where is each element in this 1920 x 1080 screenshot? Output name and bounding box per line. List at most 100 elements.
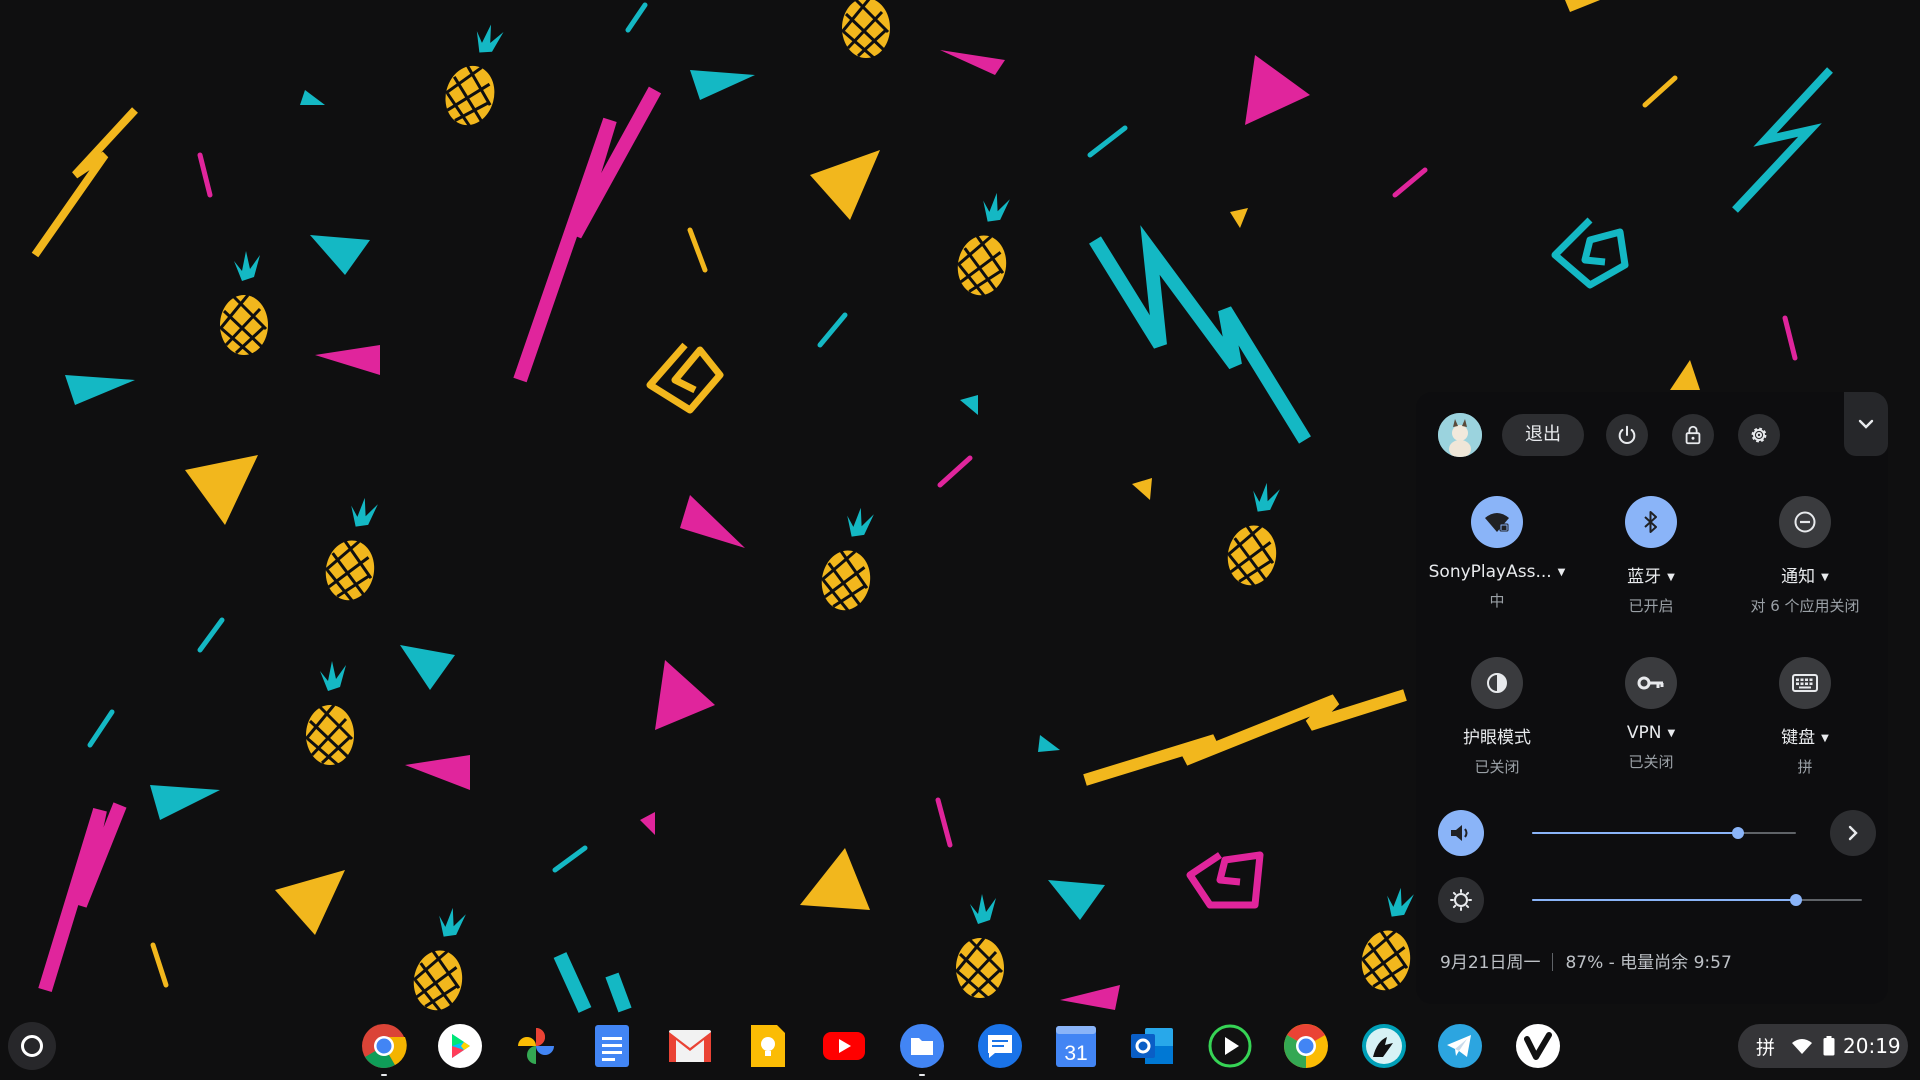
shelf: 31 拼 20:19: [0, 1010, 1920, 1080]
reader-icon: [1362, 1024, 1406, 1068]
tile-wifi[interactable]: SonyPlayAss... ▼ 中: [1422, 496, 1572, 616]
mute-button[interactable]: [1438, 810, 1484, 856]
shelf-app-reader[interactable]: [1360, 1022, 1408, 1070]
tile-keyboard[interactable]: 键盘 ▼ 拼: [1730, 657, 1880, 777]
shelf-app-vivaldi[interactable]: [1514, 1022, 1562, 1070]
user-avatar[interactable]: [1438, 413, 1482, 457]
tile-bluetooth[interactable]: 蓝牙 ▼ 已开启: [1576, 496, 1726, 616]
tile-night-light[interactable]: 护眼模式 已关闭: [1422, 657, 1572, 777]
power-button[interactable]: [1606, 414, 1648, 456]
brightness-slider-fill: [1532, 899, 1796, 901]
shelf-app-docs[interactable]: [588, 1022, 636, 1070]
shelf-app-messages[interactable]: [976, 1022, 1024, 1070]
do-not-disturb-toggle[interactable]: [1779, 496, 1831, 548]
clock[interactable]: 20:19: [1843, 1034, 1901, 1058]
shelf-app-youtube[interactable]: [820, 1022, 868, 1070]
vpn-key-icon: [1637, 676, 1664, 690]
chrome-icon: [362, 1024, 407, 1068]
tile-vpn[interactable]: VPN ▼ 已关闭: [1576, 657, 1726, 777]
system-info-footer: 9月21日周一 87% - 电量尚余 9:57: [1440, 948, 1732, 973]
photos-icon: [518, 1028, 554, 1064]
tile-vpn-label: VPN ▼: [1626, 723, 1676, 743]
gear-icon: [1751, 427, 1767, 443]
ime-indicator[interactable]: 拼: [1756, 1033, 1775, 1060]
night-light-icon: [1487, 673, 1507, 693]
status-tray[interactable]: 拼 20:19: [1738, 1024, 1908, 1068]
keyboard-toggle[interactable]: [1779, 657, 1831, 709]
footer-divider: [1552, 953, 1554, 971]
running-indicator: [381, 1074, 387, 1076]
brightness-icon: [1450, 889, 1472, 911]
tile-wifi-label: SonyPlayAss... ▼: [1428, 562, 1566, 582]
media-player-icon: [1208, 1024, 1252, 1068]
volume-row: [1438, 810, 1878, 856]
calendar-icon: 31: [1056, 1026, 1096, 1067]
volume-slider[interactable]: [1532, 827, 1796, 839]
wifi-icon: [1792, 1039, 1813, 1054]
tile-keyboard-status: 拼: [1797, 758, 1813, 776]
tile-night-light-status: 已关闭: [1474, 758, 1520, 776]
gmail-icon: [669, 1030, 711, 1062]
messages-icon: [978, 1024, 1022, 1068]
bluetooth-icon: [1644, 511, 1657, 533]
lock-button[interactable]: [1672, 414, 1714, 456]
vivaldi-icon: [1516, 1024, 1560, 1068]
shelf-app-play-store[interactable]: [436, 1022, 484, 1070]
tile-night-light-label: 护眼模式: [1463, 728, 1531, 748]
shelf-app-chrome-color[interactable]: [1282, 1022, 1330, 1070]
chrome-color-icon: [1284, 1024, 1328, 1068]
tile-keyboard-label: 键盘 ▼: [1781, 728, 1829, 748]
sign-out-button[interactable]: 退出: [1502, 414, 1584, 456]
wifi-toggle[interactable]: [1471, 496, 1523, 548]
youtube-icon: [823, 1032, 865, 1060]
launcher-button[interactable]: [8, 1022, 56, 1070]
brightness-slider[interactable]: [1532, 894, 1862, 906]
play-store-icon: [438, 1024, 482, 1068]
collapse-button[interactable]: [1844, 392, 1888, 456]
files-icon: [900, 1024, 944, 1068]
lock-icon: [1685, 425, 1701, 445]
desktop: 退出 SonyPlayAss... ▼ 中 蓝牙 ▼ 已开启 通知 ▼ 对 6 …: [0, 0, 1920, 1080]
docs-icon: [595, 1025, 629, 1067]
tile-vpn-status: 已关闭: [1628, 753, 1674, 771]
shelf-app-files[interactable]: [898, 1022, 946, 1076]
brightness-button: [1438, 877, 1484, 923]
battery-status[interactable]: 87% - 电量尚余 9:57: [1565, 953, 1731, 973]
chevron-down-icon: [1858, 419, 1874, 429]
launcher-icon: [21, 1035, 43, 1057]
keyboard-icon: [1792, 674, 1818, 692]
vpn-toggle[interactable]: [1625, 657, 1677, 709]
brightness-slider-thumb[interactable]: [1790, 894, 1802, 906]
audio-settings-button[interactable]: [1830, 810, 1876, 856]
tile-notifications-label: 通知 ▼: [1781, 567, 1829, 587]
quick-settings-panel: 退出 SonyPlayAss... ▼ 中 蓝牙 ▼ 已开启 通知 ▼ 对 6 …: [1416, 392, 1888, 1004]
night-light-toggle[interactable]: [1471, 657, 1523, 709]
do-not-disturb-icon: [1794, 511, 1816, 533]
shelf-app-outlook[interactable]: [1128, 1022, 1176, 1070]
wifi-locked-icon: [1485, 513, 1509, 532]
settings-button[interactable]: [1738, 414, 1780, 456]
shelf-app-photos[interactable]: [512, 1022, 560, 1070]
volume-slider-fill: [1532, 832, 1738, 834]
shelf-app-media-player[interactable]: [1206, 1022, 1254, 1070]
shelf-app-calendar[interactable]: 31: [1052, 1022, 1100, 1070]
shelf-app-telegram[interactable]: [1436, 1022, 1484, 1070]
calendar-day: 31: [1064, 1042, 1087, 1065]
tile-notifications-status: 对 6 个应用关闭: [1750, 597, 1860, 615]
tile-bluetooth-status: 已开启: [1628, 597, 1674, 615]
running-indicator: [919, 1074, 925, 1076]
shelf-app-gmail[interactable]: [666, 1022, 714, 1070]
volume-icon: [1451, 825, 1468, 841]
shelf-app-keep[interactable]: [744, 1022, 792, 1070]
date-label[interactable]: 9月21日周一: [1440, 953, 1540, 973]
telegram-icon: [1438, 1024, 1482, 1068]
outlook-icon: [1131, 1028, 1173, 1064]
volume-slider-thumb[interactable]: [1731, 827, 1744, 839]
chevron-right-icon: [1848, 825, 1858, 841]
tile-notifications[interactable]: 通知 ▼ 对 6 个应用关闭: [1730, 496, 1880, 616]
shelf-app-chrome[interactable]: [360, 1022, 408, 1076]
bluetooth-toggle[interactable]: [1625, 496, 1677, 548]
tile-bluetooth-label: 蓝牙 ▼: [1627, 567, 1675, 587]
keep-icon: [751, 1025, 785, 1067]
battery-icon: [1823, 1036, 1835, 1056]
